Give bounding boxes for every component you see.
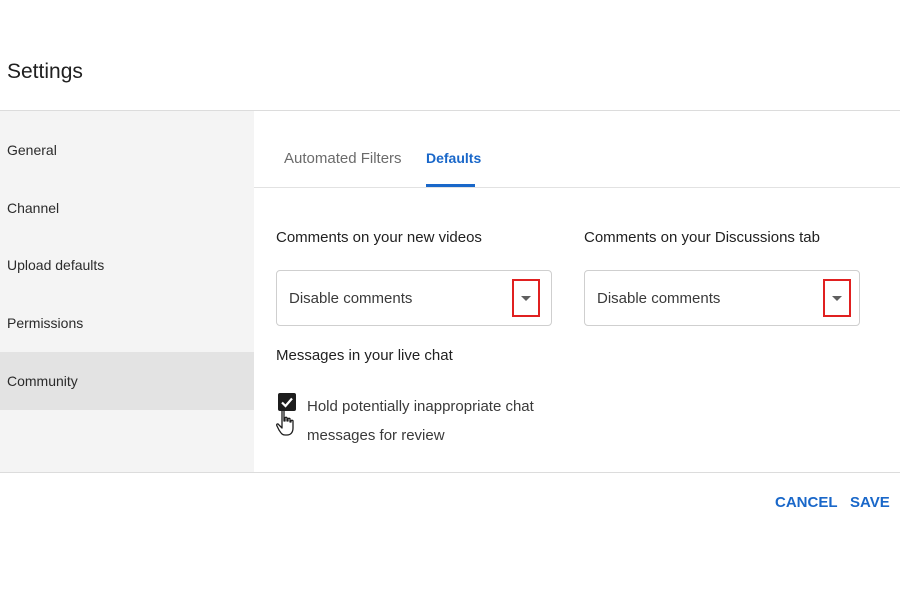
dropdown-value: Disable comments (597, 290, 721, 307)
dropdown-highlight-box[interactable] (512, 279, 540, 317)
sidebar-item-channel[interactable]: Channel (0, 179, 254, 237)
hold-messages-label: Hold potentially inappropriate chat mess… (307, 398, 534, 444)
sidebar-item-label: General (7, 142, 57, 158)
new-videos-comments-dropdown[interactable]: Disable comments (276, 270, 552, 326)
discussions-comments-dropdown[interactable]: Disable comments (584, 270, 860, 326)
live-chat-heading: Messages in your live chat (276, 347, 453, 364)
page-title: Settings (7, 60, 83, 83)
save-button[interactable]: SAVE (850, 494, 890, 511)
sidebar-item-permissions[interactable]: Permissions (0, 294, 254, 352)
new-videos-comments-label: Comments on your new videos (276, 229, 482, 246)
checkmark-icon (281, 397, 293, 408)
dropdown-value: Disable comments (289, 290, 413, 307)
cancel-button[interactable]: CANCEL (775, 494, 838, 511)
chevron-down-icon (832, 296, 842, 301)
tab-automated-filters[interactable]: Automated Filters (284, 150, 402, 167)
footer-divider (0, 472, 900, 473)
hand-cursor-icon (276, 409, 294, 436)
chevron-down-icon (521, 296, 531, 301)
sidebar-item-label: Channel (7, 200, 60, 216)
sidebar-item-label: Upload defaults (7, 257, 105, 273)
sidebar-item-upload-defaults[interactable]: Upload defaults (0, 236, 254, 294)
sidebar-item-label: Permissions (7, 315, 84, 331)
discussions-comments-label: Comments on your Discussions tab (584, 229, 820, 246)
settings-sidebar: General Channel Upload defaults Permissi… (0, 111, 254, 473)
dropdown-highlight-box[interactable] (823, 279, 851, 317)
sidebar-item-label: Community (7, 373, 78, 389)
sidebar-item-general[interactable]: General (0, 121, 254, 179)
tabs-divider (254, 187, 900, 188)
sidebar-item-community[interactable]: Community (0, 352, 254, 410)
tab-defaults[interactable]: Defaults (426, 150, 481, 166)
